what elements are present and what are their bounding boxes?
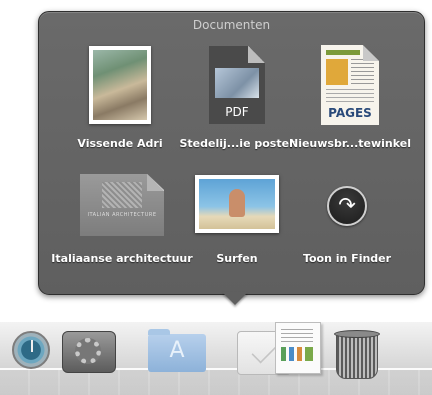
stack-item-stedelijke-poster[interactable]: PDF Stedelij...ie poster [179,46,295,166]
stack-item-italiaanse-architectuur[interactable]: ITALIAN ARCHITECTURE Italiaanse architec… [51,174,193,274]
stack-item-label: Toon in Finder [302,252,392,265]
document-thumbnail: ITALIAN ARCHITECTURE [80,174,164,236]
stack-title: Documenten [192,18,271,32]
thumbnail-title: ITALIAN ARCHITECTURE [87,212,157,218]
popup-pointer [222,292,248,305]
photo-thumbnail [89,46,151,124]
pages-document-icon: PAGES [321,45,379,125]
arrow-curved-right-icon: ↷ [327,186,367,226]
system-preferences-icon[interactable] [62,331,116,373]
stack-item-label: Nieuwsbr...tewinkel [289,137,411,150]
trash-icon[interactable] [334,330,380,379]
pages-badge: PAGES [328,106,372,120]
stack-item-surfen[interactable]: Surfen [195,175,279,275]
show-in-finder-button[interactable]: ↷ Toon in Finder [303,186,391,276]
pdf-badge: PDF [225,105,249,119]
photo-thumbnail [195,175,279,233]
stack-item-vissende-adri[interactable]: Vissende Adri [77,46,163,166]
pdf-document-icon: PDF [209,46,265,124]
documents-stack-popup: Documenten Vissende Adri PDF Stedelij...… [38,11,425,295]
applications-folder-icon[interactable]: A [148,329,206,372]
time-machine-icon[interactable] [12,331,50,369]
stack-item-nieuwsbrief[interactable]: PAGES Nieuwsbr...tewinkel [289,45,411,165]
numbers-document-icon[interactable] [275,322,321,374]
